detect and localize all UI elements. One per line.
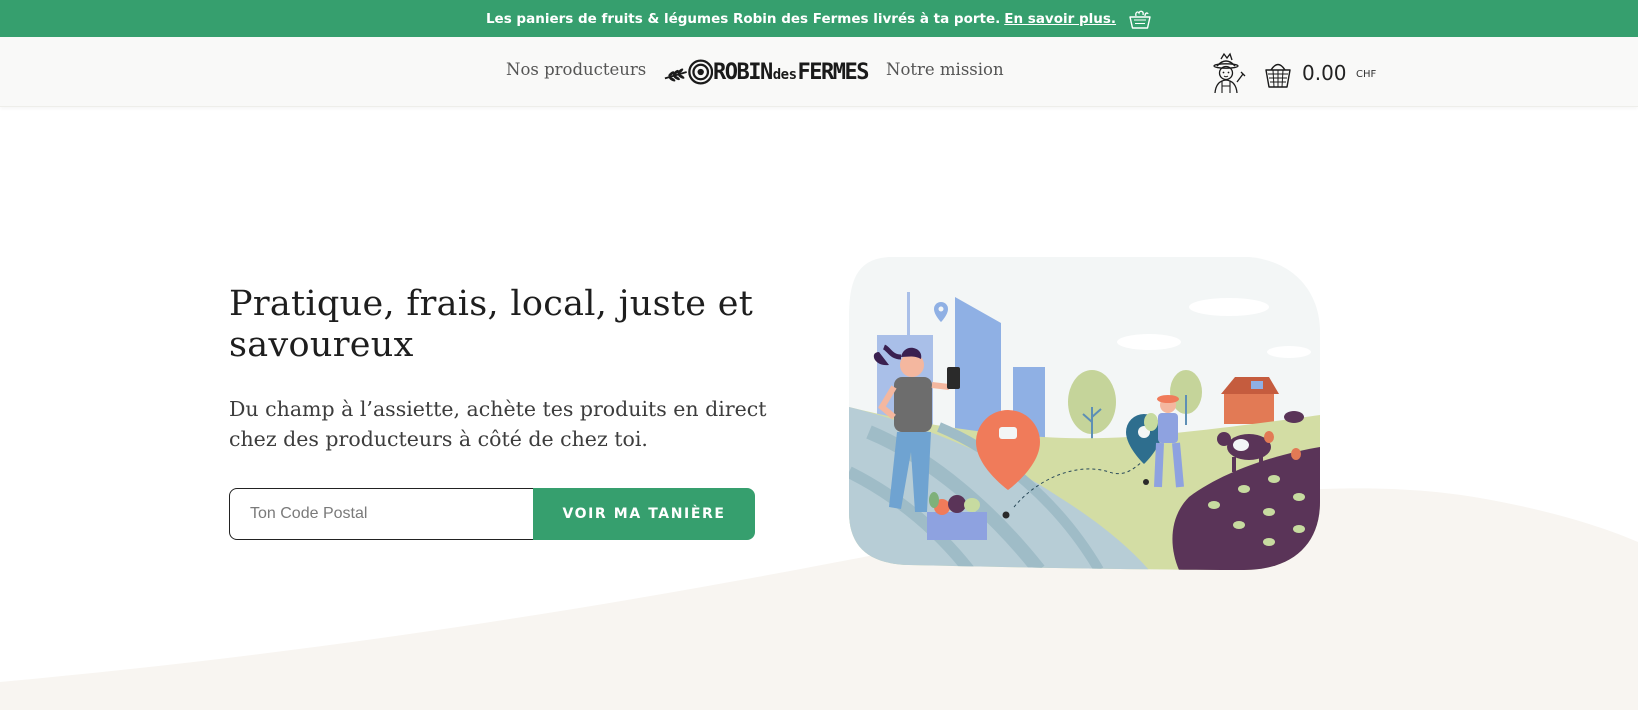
announcement-bar: Les paniers de fruits & légumes Robin de… [0,0,1638,37]
basket-icon[interactable] [1264,59,1292,89]
learn-more-link[interactable]: En savoir plus. [1004,11,1116,27]
logo-wordmark: ROBIN des FERMES [712,59,870,85]
hero-subtitle: Du champ à l’assiette, achète tes produi… [229,397,767,451]
wheat-icon [664,68,687,82]
logo-part-fermes: FERMES [797,59,870,85]
view-den-button[interactable]: VOIR MA TANIÈRE [533,488,755,540]
logo-part-des: des [772,66,797,83]
target-icon [687,59,713,85]
farmer-icon[interactable] [1206,52,1246,94]
cart-total[interactable]: 0.00 [1302,61,1347,85]
nav-link-producers[interactable]: Nos producteurs [506,60,646,79]
announcement-text: Les paniers de fruits & légumes Robin de… [485,10,1001,27]
logo-part-robin: ROBIN [712,59,773,85]
city-to-farm-illustration [849,257,1320,570]
main-navbar: Nos producteurs ROBIN des FERMES Notre m… [0,37,1638,107]
basket-icon [1128,8,1152,30]
hero-title: Pratique, frais, local, juste et savoure… [229,284,754,365]
site-logo[interactable]: ROBIN des FERMES [664,55,870,89]
cart-currency: CHF [1356,69,1377,80]
nav-link-mission[interactable]: Notre mission [886,60,1004,79]
postal-code-input[interactable] [229,488,535,540]
